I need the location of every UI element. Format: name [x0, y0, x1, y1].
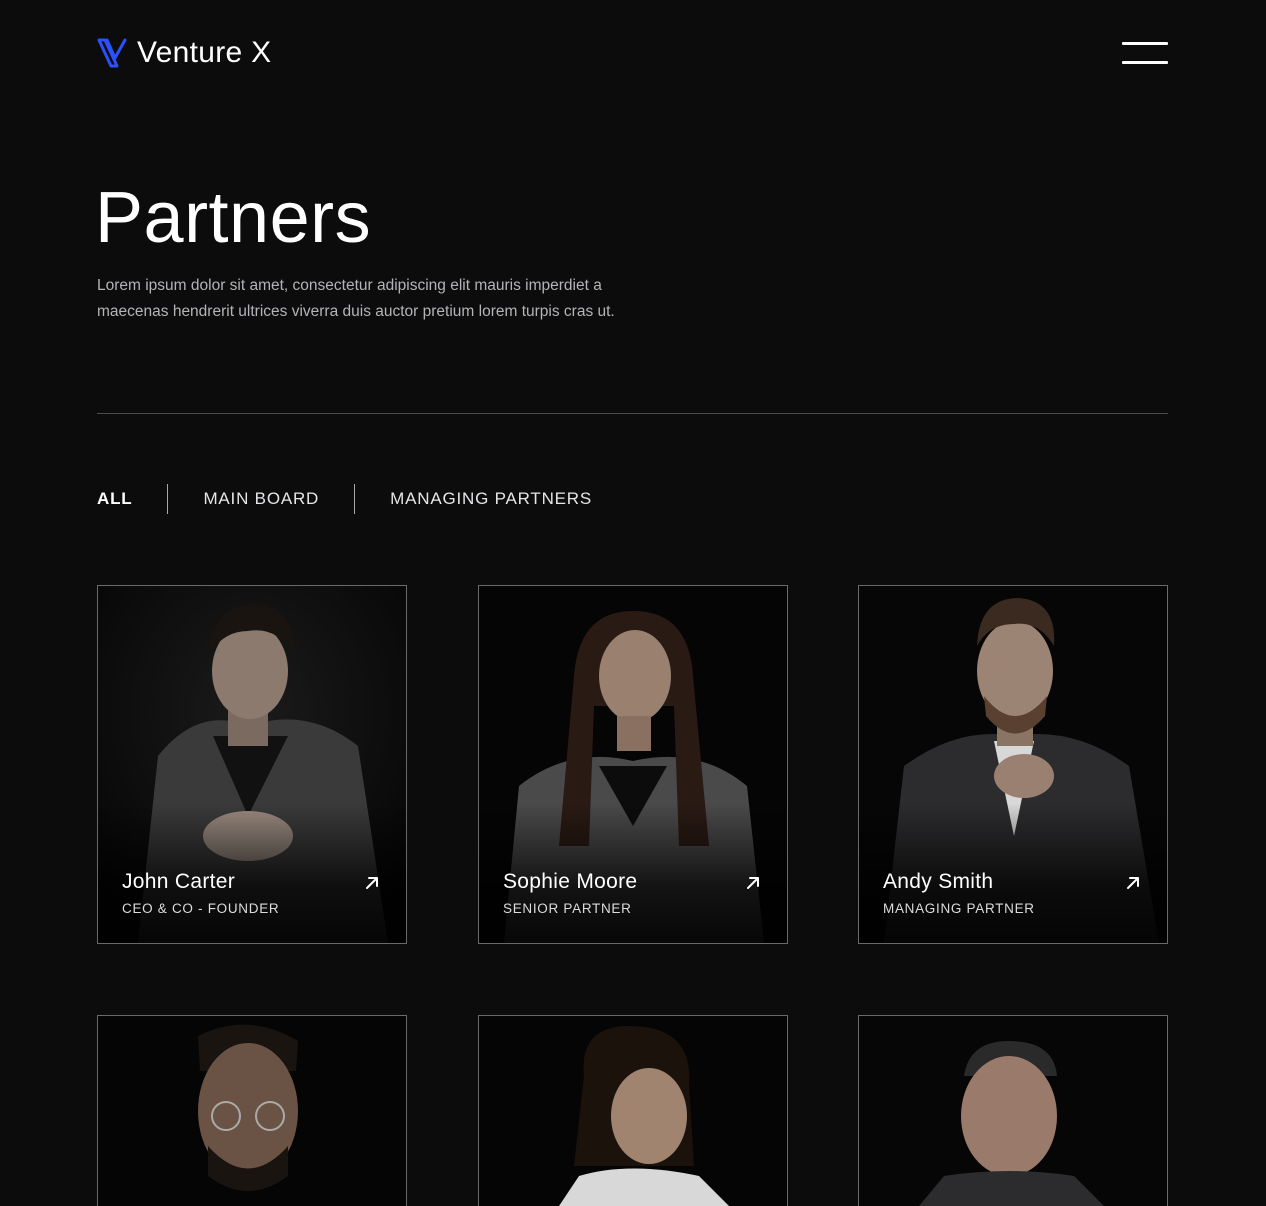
partner-role: CEO & CO - FOUNDER: [122, 901, 280, 916]
partner-filter-tabs: ALL MAIN BOARD MANAGING PARTNERS: [97, 484, 592, 514]
partner-card-john-carter[interactable]: John Carter CEO & CO - FOUNDER: [97, 585, 407, 944]
partner-card[interactable]: [858, 1015, 1168, 1206]
partner-card-sophie-moore[interactable]: Sophie Moore SENIOR PARTNER: [478, 585, 788, 944]
page-title: Partners: [95, 178, 372, 258]
partner-card-andy-smith[interactable]: Andy Smith MANAGING PARTNER: [858, 585, 1168, 944]
partner-name: Sophie Moore: [503, 870, 638, 893]
brand-name: Venture X: [137, 36, 272, 69]
arrow-up-right-icon: [1127, 877, 1139, 889]
arrow-up-right-icon: [747, 877, 759, 889]
partner-role: MANAGING PARTNER: [883, 901, 1035, 916]
filter-main-board[interactable]: MAIN BOARD: [203, 489, 319, 509]
arrow-up-right-icon: [366, 877, 378, 889]
partner-name: John Carter: [122, 870, 236, 893]
partner-name: Andy Smith: [883, 870, 994, 893]
page-intro-line: maecenas hendrerit ultrices viverra duis…: [97, 303, 615, 320]
filter-managing-partners[interactable]: MANAGING PARTNERS: [390, 489, 592, 509]
filter-separator: [167, 484, 169, 514]
section-divider: [97, 413, 1168, 414]
partner-photo: [479, 1016, 787, 1206]
partners-page: Venture X Partners Lorem ipsum dolor sit…: [0, 0, 1266, 1206]
partner-photo: [859, 1016, 1167, 1206]
partner-card[interactable]: [97, 1015, 407, 1206]
filter-separator: [354, 484, 356, 514]
partner-card[interactable]: [478, 1015, 788, 1206]
page-intro-line: Lorem ipsum dolor sit amet, consectetur …: [97, 277, 602, 294]
filter-all[interactable]: ALL: [97, 489, 132, 509]
hamburger-menu-icon[interactable]: [1122, 42, 1168, 66]
partner-role: SENIOR PARTNER: [503, 901, 632, 916]
page-intro: Lorem ipsum dolor sit amet, consectetur …: [97, 273, 697, 325]
partner-photo: [98, 1016, 406, 1206]
brand-logo[interactable]: Venture X: [97, 36, 271, 70]
venture-x-logo-icon: [97, 38, 127, 68]
